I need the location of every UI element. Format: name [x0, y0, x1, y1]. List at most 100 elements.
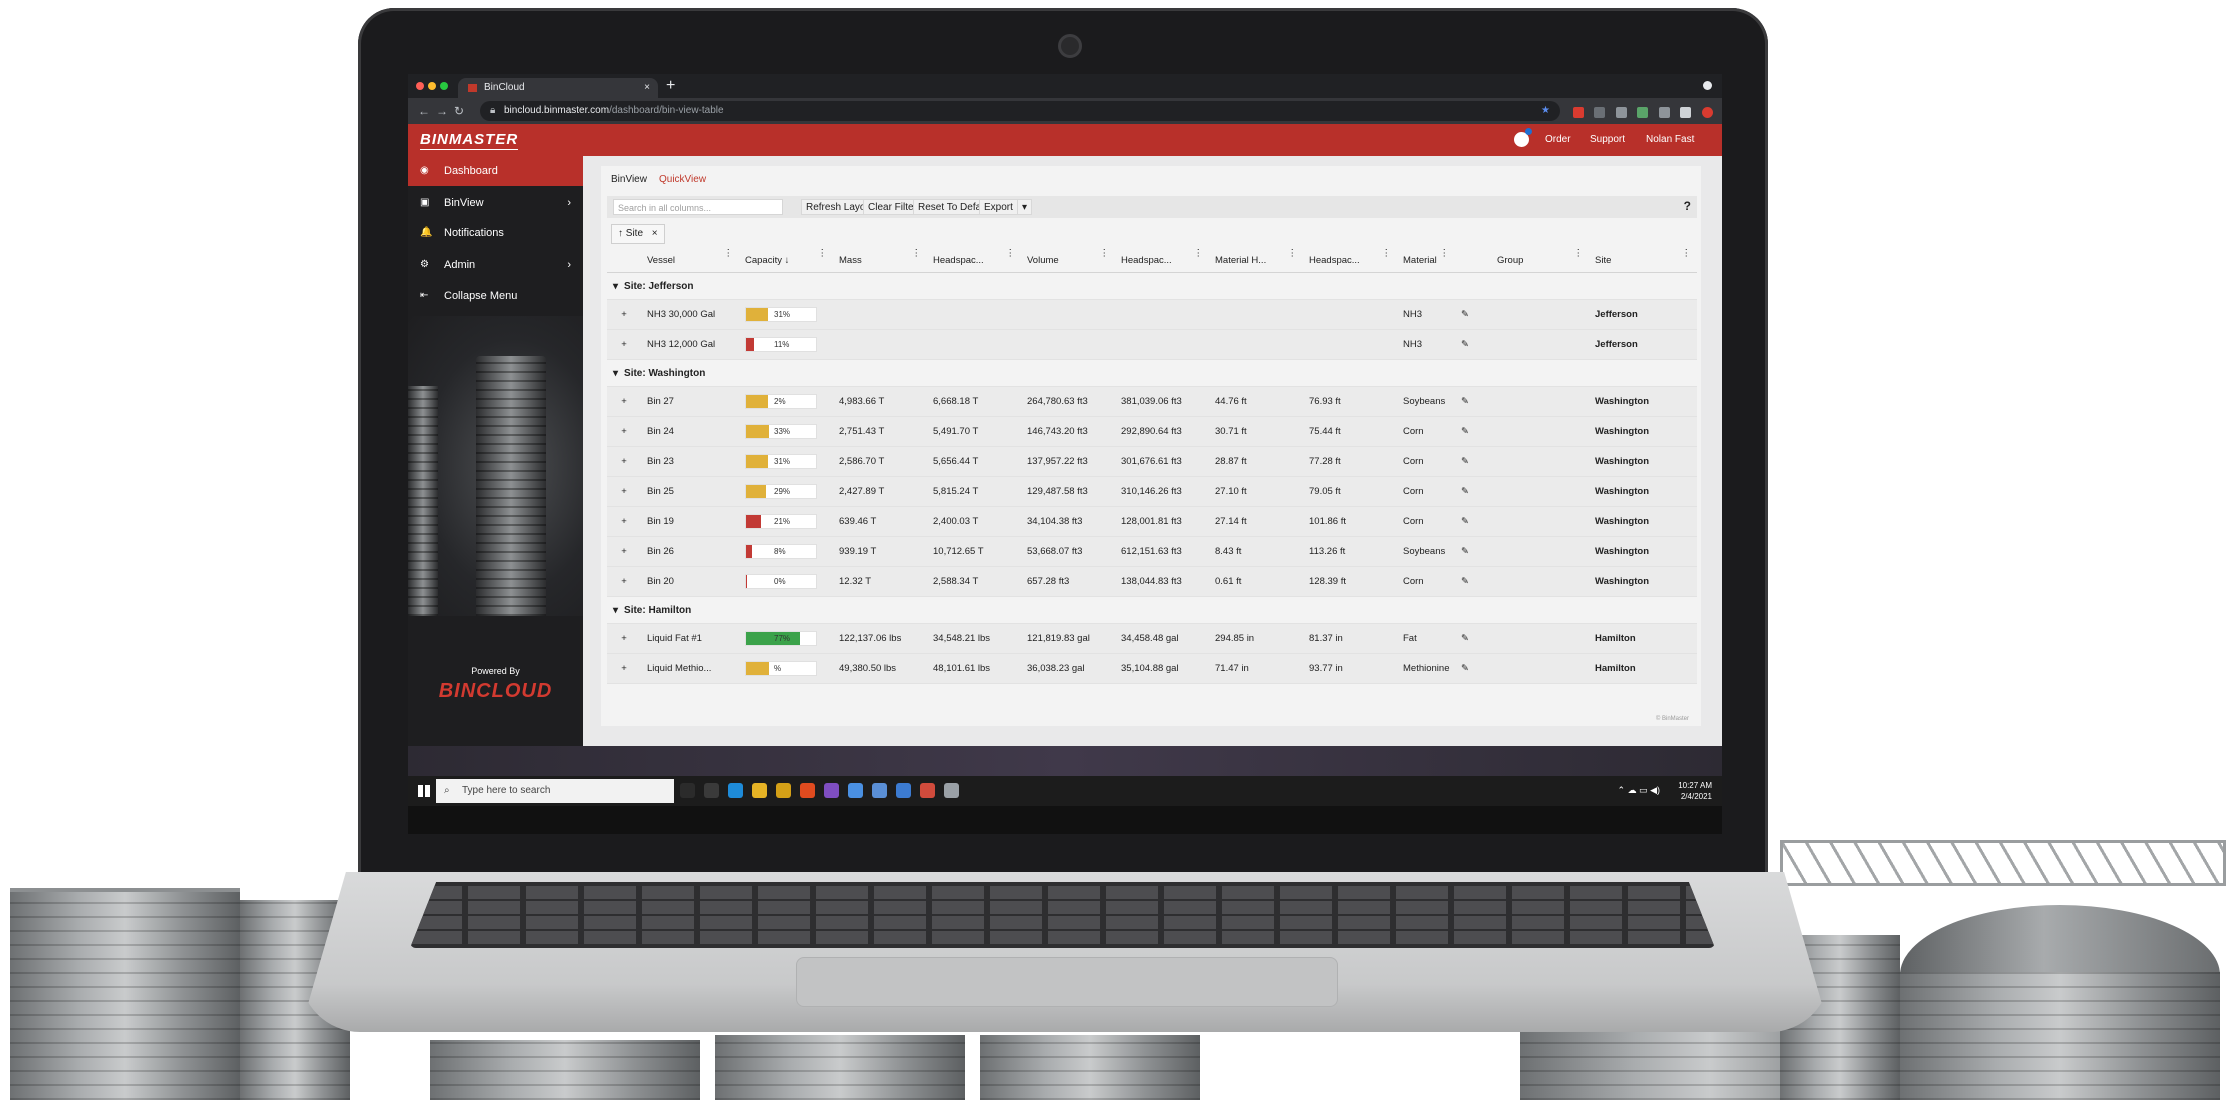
sidebar-item-admin[interactable]: ⚙ Admin ›	[408, 250, 583, 280]
table-row[interactable]: + Bin 19 21% 639.46 T 2,400.03 T 34,104.38 ft…	[607, 506, 1697, 537]
column-header[interactable]: Capacity ↓ ⋮	[739, 248, 833, 273]
tab-quickview[interactable]: QuickView	[659, 174, 706, 185]
sidebar-item-binview[interactable]: ▣ BinView ›	[408, 188, 583, 218]
taskbar-app-icon[interactable]	[920, 783, 935, 798]
browser-tab[interactable]: BinCloud ×	[458, 78, 658, 98]
column-menu-icon[interactable]: ⋮	[724, 248, 734, 259]
close-window-icon[interactable]	[416, 82, 424, 90]
vessel-cell[interactable]: Bin 24	[641, 416, 739, 447]
column-menu-icon[interactable]: ⋮	[818, 248, 828, 259]
back-icon[interactable]: ←	[418, 104, 430, 118]
expand-row-icon[interactable]: +	[607, 416, 641, 447]
column-header[interactable]: Headspac... ⋮	[1303, 248, 1397, 273]
edit-material-icon[interactable]: ✎	[1455, 476, 1491, 507]
group-row[interactable]: ▾ Site: Washington	[607, 359, 1697, 387]
column-header[interactable]: Site ⋮	[1589, 248, 1697, 273]
system-tray-icons[interactable]: ⌃ ☁ ▭ ◀)	[1618, 785, 1660, 796]
expand-row-icon[interactable]: +	[607, 623, 641, 654]
table-row[interactable]: + NH3 30,000 Gal 31% NH3 ✎ Jefferson	[607, 299, 1697, 330]
table-row[interactable]: + Bin 26 8% 939.19 T 10,712.65 T 53,668.07 ft…	[607, 536, 1697, 567]
notification-badge-icon[interactable]	[1514, 128, 1532, 147]
extensions-puzzle-icon[interactable]	[1680, 107, 1692, 118]
table-row[interactable]: + Liquid Methio...% 49,380.50 lbs 48,101.61…	[607, 653, 1697, 684]
column-menu-icon[interactable]: ⋮	[1574, 248, 1584, 259]
tab-binview[interactable]: BinView	[611, 174, 647, 185]
group-row[interactable]: ▾ Site: Hamilton	[607, 596, 1697, 624]
column-menu-icon[interactable]: ⋮	[1194, 248, 1204, 259]
edit-material-icon[interactable]: ✎	[1455, 623, 1491, 654]
edit-material-icon[interactable]: ✎	[1455, 536, 1491, 567]
expand-row-icon[interactable]: +	[607, 329, 641, 360]
remove-chip-icon[interactable]: ×	[652, 228, 658, 239]
taskbar-app-icon[interactable]	[680, 783, 695, 798]
extension-icon[interactable]	[1573, 107, 1584, 118]
edit-material-icon[interactable]: ✎	[1455, 446, 1491, 477]
edit-material-icon[interactable]: ✎	[1455, 506, 1491, 537]
column-header[interactable]: Headspac... ⋮	[1115, 248, 1209, 273]
extension-icon[interactable]	[1658, 107, 1670, 118]
taskbar-app-icon[interactable]	[896, 783, 911, 798]
table-row[interactable]: + Bin 23 31% 2,586.70 T 5,656.44 T 137,957.22…	[607, 446, 1697, 477]
expand-row-icon[interactable]: +	[607, 476, 641, 507]
vessel-cell[interactable]: Bin 20	[641, 566, 739, 597]
column-header[interactable]: Mass ⋮	[833, 248, 927, 273]
taskbar-app-icon[interactable]	[704, 783, 719, 798]
column-header[interactable]: Material ⋮	[1397, 248, 1455, 273]
new-tab-button[interactable]: +	[666, 77, 675, 95]
sidebar-item-dashboard[interactable]: ◉ Dashboard	[408, 156, 583, 186]
column-header[interactable]: Vessel ⋮	[641, 248, 739, 273]
extension-icon[interactable]	[1637, 107, 1649, 118]
taskbar-search-input[interactable]: ⌕ Type here to search	[436, 779, 674, 803]
expand-row-icon[interactable]: +	[607, 446, 641, 477]
group-row[interactable]: ▾ Site: Jefferson	[607, 272, 1697, 300]
table-row[interactable]: + NH3 12,000 Gal 11% NH3 ✎ Jefferson	[607, 329, 1697, 360]
address-bar[interactable]: 🔒︎ bincloud.binmaster.com/dashboard/bin-…	[480, 101, 1560, 121]
column-header[interactable]: Volume ⋮	[1021, 248, 1115, 273]
column-header[interactable]: Group ⋮	[1491, 248, 1589, 273]
vessel-cell[interactable]: Liquid Fat #1	[641, 623, 739, 654]
taskbar-app-icon[interactable]	[800, 783, 815, 798]
binmaster-logo[interactable]: BINMASTER	[420, 131, 519, 150]
clock[interactable]: 10:27 AM 2/4/2021	[1678, 780, 1712, 802]
expand-row-icon[interactable]: +	[607, 506, 641, 537]
vessel-cell[interactable]: Bin 23	[641, 446, 739, 477]
table-row[interactable]: + Liquid Fat #1 77% 122,137.06 lbs 34,548.21…	[607, 623, 1697, 654]
edit-material-icon[interactable]: ✎	[1455, 329, 1491, 360]
vessel-cell[interactable]: Bin 26	[641, 536, 739, 567]
maximize-window-icon[interactable]	[440, 82, 448, 90]
search-input[interactable]: Search in all columns...	[613, 199, 783, 215]
taskbar-app-icon[interactable]	[752, 783, 767, 798]
vessel-cell[interactable]: Bin 19	[641, 506, 739, 537]
table-row[interactable]: + Bin 20 0% 12.32 T 2,588.34 T 657.28 ft3 138,…	[607, 566, 1697, 597]
export-dropdown-icon[interactable]: ▾	[1017, 199, 1033, 215]
vessel-cell[interactable]: NH3 12,000 Gal	[641, 329, 739, 360]
edit-material-icon[interactable]: ✎	[1455, 653, 1491, 684]
column-menu-icon[interactable]: ⋮	[1440, 248, 1450, 259]
extension-icon[interactable]	[1615, 107, 1627, 118]
user-menu[interactable]: Nolan Fast	[1646, 124, 1694, 156]
reload-icon[interactable]: ↻	[454, 104, 464, 118]
sidebar-item-notifications[interactable]: 🔔 Notifications	[408, 218, 583, 248]
column-header[interactable]: Headspac... ⋮	[927, 248, 1021, 273]
expand-row-icon[interactable]: +	[607, 299, 641, 330]
taskbar-app-icon[interactable]	[728, 783, 743, 798]
vessel-cell[interactable]: Liquid Methio...	[641, 653, 739, 684]
column-header[interactable]: Material H... ⋮	[1209, 248, 1303, 273]
expand-row-icon[interactable]: +	[607, 536, 641, 567]
browser-menu-icon[interactable]	[1703, 81, 1712, 90]
taskbar-app-icon[interactable]	[776, 783, 791, 798]
column-menu-icon[interactable]: ⋮	[1100, 248, 1110, 259]
support-link[interactable]: Support	[1590, 124, 1625, 156]
taskbar-app-icon[interactable]	[872, 783, 887, 798]
expand-row-icon[interactable]: +	[607, 386, 641, 417]
group-collapse-icon[interactable]: ▾	[613, 281, 618, 292]
minimize-window-icon[interactable]	[428, 82, 436, 90]
expand-row-icon[interactable]: +	[607, 653, 641, 684]
expand-row-icon[interactable]: +	[607, 566, 641, 597]
column-menu-icon[interactable]: ⋮	[1382, 248, 1392, 259]
column-menu-icon[interactable]: ⋮	[1682, 248, 1692, 259]
table-row[interactable]: + Bin 24 33% 2,751.43 T 5,491.70 T 146,743.20…	[607, 416, 1697, 447]
column-menu-icon[interactable]: ⋮	[1288, 248, 1298, 259]
vessel-cell[interactable]: Bin 27	[641, 386, 739, 417]
edit-material-icon[interactable]: ✎	[1455, 416, 1491, 447]
